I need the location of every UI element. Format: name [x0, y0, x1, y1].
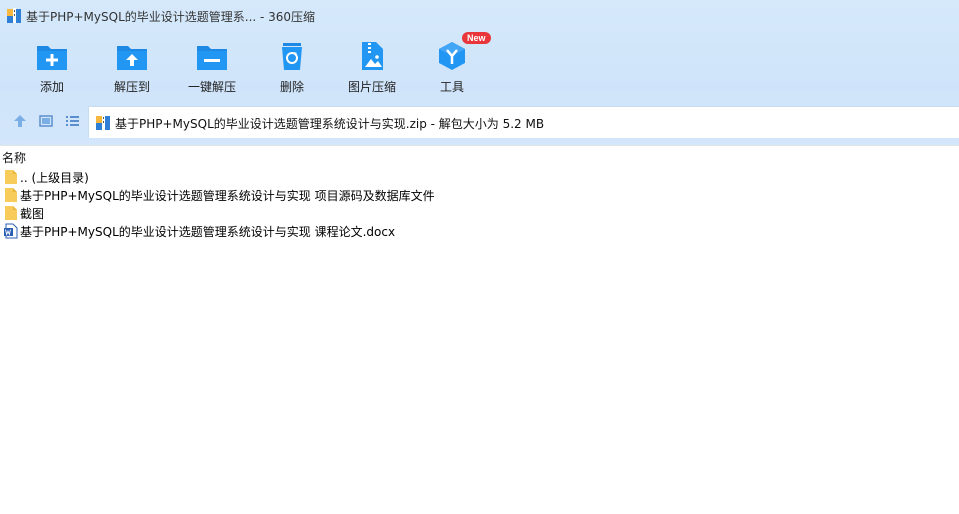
add-label: 添加	[39, 80, 64, 94]
list-view-icon[interactable]	[64, 113, 80, 129]
word-doc-icon	[4, 223, 18, 239]
list-item-folder[interactable]: 基于PHP+MySQL的毕业设计选题管理系统设计与实现 项目源码及数据库文件	[0, 186, 959, 204]
extract-to-button[interactable]: 解压到	[97, 36, 167, 98]
list-item-label: 基于PHP+MySQL的毕业设计选题管理系统设计与实现 项目源码及数据库文件	[20, 189, 435, 203]
title-bar: 基于PHP+MySQL的毕业设计选题管理系... - 360压缩	[0, 0, 959, 32]
column-header-label: 名称	[2, 151, 27, 165]
image-compress-button[interactable]: 图片压缩	[337, 36, 407, 98]
new-badge: New	[462, 32, 491, 44]
tools-button[interactable]: New 工具	[417, 32, 491, 98]
delete-icon	[282, 43, 302, 70]
folder-icon	[5, 206, 17, 220]
image-compress-icon	[362, 42, 383, 70]
list-item-label: .. (上级目录)	[20, 171, 89, 185]
delete-button[interactable]: 删除	[257, 36, 327, 98]
list-item-file[interactable]: 基于PHP+MySQL的毕业设计选题管理系统设计与实现 课程论文.docx	[0, 222, 959, 240]
add-button[interactable]: 添加	[17, 36, 87, 98]
archive-path: 基于PHP+MySQL的毕业设计选题管理系统设计与实现.zip - 解包大小为 …	[115, 117, 545, 131]
list-item-parent-dir[interactable]: .. (上级目录)	[0, 168, 959, 186]
folder-icon	[5, 188, 17, 202]
up-level-icon[interactable]	[12, 113, 28, 129]
delete-label: 删除	[279, 80, 304, 94]
toolbar: 添加 解压到 一键解压 删除 图片压缩 New 工具	[0, 32, 959, 100]
top-panel: 基于PHP+MySQL的毕业设计选题管理系... - 360压缩 添加 解压到	[0, 0, 959, 145]
list-item-folder[interactable]: 截图	[0, 204, 959, 222]
archive-icon	[96, 115, 110, 130]
image-compress-label: 图片压缩	[347, 80, 396, 94]
list-item-label: 基于PHP+MySQL的毕业设计选题管理系统设计与实现 课程论文.docx	[20, 225, 396, 239]
one-click-extract-button[interactable]: 一键解压	[177, 36, 247, 98]
navigation-row: 基于PHP+MySQL的毕业设计选题管理系统设计与实现.zip - 解包大小为 …	[0, 106, 959, 138]
thumbnail-view-icon[interactable]	[38, 113, 54, 129]
folder-icon	[5, 170, 17, 184]
list-item-label: 截图	[20, 207, 45, 221]
archive-icon	[7, 8, 21, 23]
window-title: 基于PHP+MySQL的毕业设计选题管理系... - 360压缩	[26, 10, 316, 24]
add-icon	[37, 46, 67, 70]
one-click-extract-icon	[197, 46, 227, 70]
one-click-extract-label: 一键解压	[187, 80, 236, 94]
extract-to-label: 解压到	[113, 80, 150, 94]
extract-to-icon	[117, 46, 147, 70]
tools-label: 工具	[439, 80, 464, 94]
address-bar[interactable]: 基于PHP+MySQL的毕业设计选题管理系统设计与实现.zip - 解包大小为 …	[88, 106, 959, 138]
name-column-header[interactable]: 名称	[0, 145, 959, 166]
tools-icon	[439, 42, 465, 70]
